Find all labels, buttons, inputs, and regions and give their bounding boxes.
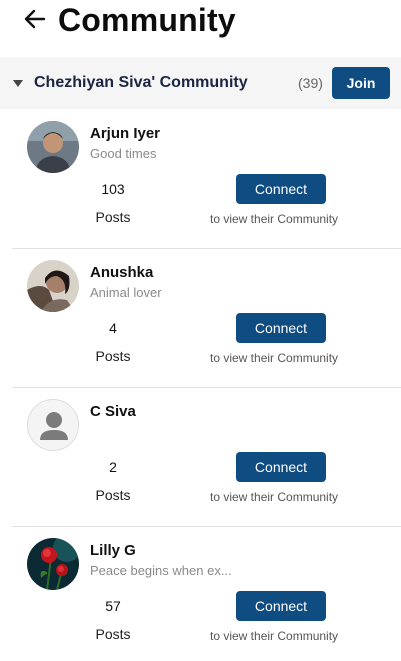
posts-label: Posts	[95, 209, 131, 225]
avatar[interactable]	[27, 260, 79, 312]
default-user-icon	[28, 400, 78, 450]
member-bio: Animal lover	[90, 285, 162, 300]
join-button[interactable]: Join	[332, 67, 390, 99]
posts-label: Posts	[95, 487, 131, 503]
posts-count: 4	[109, 320, 117, 336]
posts-label: Posts	[95, 348, 131, 364]
back-button[interactable]	[22, 6, 48, 32]
member-name[interactable]: C Siva	[90, 403, 136, 421]
avatar[interactable]	[27, 121, 79, 173]
connect-hint: to view their Community	[210, 490, 339, 504]
app-header: Community	[0, 0, 401, 46]
divider	[12, 248, 401, 249]
divider	[12, 526, 401, 527]
connect-button[interactable]: Connect	[236, 313, 326, 343]
posts-label: Posts	[95, 626, 131, 642]
divider	[12, 387, 401, 388]
member-card: Arjun Iyer Good times 103 Posts Connect …	[0, 111, 401, 250]
connect-hint: to view their Community	[210, 629, 339, 643]
caret-down-icon[interactable]	[12, 77, 24, 89]
arrow-left-icon	[24, 9, 46, 29]
avatar[interactable]	[27, 399, 79, 451]
member-name[interactable]: Arjun Iyer	[90, 125, 160, 143]
member-name[interactable]: Anushka	[90, 264, 153, 282]
posts-count: 57	[105, 598, 121, 614]
rose-photo-avatar	[27, 538, 79, 590]
connect-button[interactable]: Connect	[236, 174, 326, 204]
member-count: (39)	[298, 75, 323, 91]
connect-button[interactable]: Connect	[236, 591, 326, 621]
member-card: Lilly G Peace begins when ex... 57 Posts…	[0, 528, 401, 661]
connect-hint: to view their Community	[210, 351, 339, 365]
avatar[interactable]	[27, 538, 79, 590]
community-group-header: Chezhiyan Siva' Community (39) Join	[0, 57, 401, 109]
community-name: Chezhiyan Siva' Community	[34, 74, 248, 91]
connect-hint: to view their Community	[210, 212, 339, 226]
posts-count: 103	[101, 181, 125, 197]
page-title: Community	[58, 2, 236, 38]
member-bio: Peace begins when ex...	[90, 563, 232, 578]
member-name[interactable]: Lilly G	[90, 542, 136, 560]
connect-button[interactable]: Connect	[236, 452, 326, 482]
member-bio: Good times	[90, 146, 157, 161]
member-card: Anushka Animal lover 4 Posts Connect to …	[0, 250, 401, 389]
posts-count: 2	[109, 459, 117, 475]
member-card: C Siva 2 Posts Connect to view their Com…	[0, 389, 401, 528]
